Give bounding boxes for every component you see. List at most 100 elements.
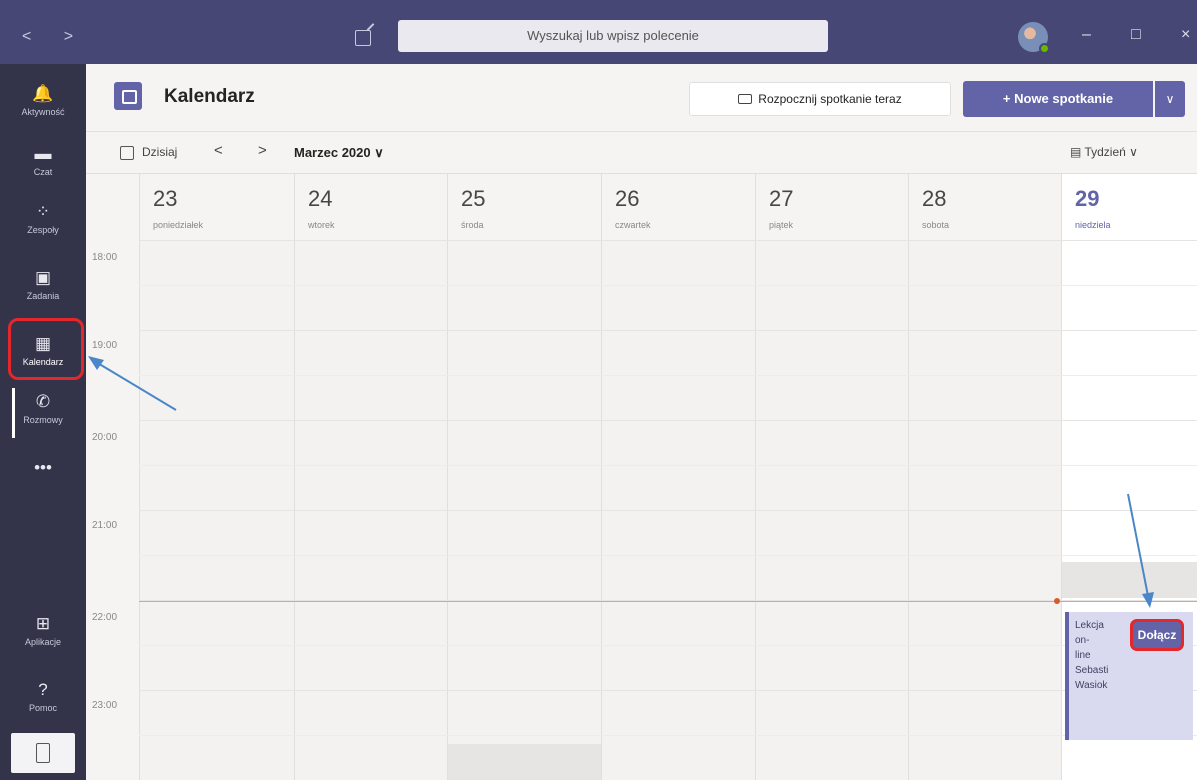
minimize-button[interactable]: –	[1082, 26, 1091, 44]
rail-item-label: Czat	[33, 167, 53, 177]
new-meeting-dropdown[interactable]: ∨	[1155, 81, 1185, 117]
help-icon: ?	[38, 680, 48, 699]
compose-icon[interactable]	[355, 30, 371, 46]
rail-item-label: Pomoc	[28, 703, 57, 713]
hour-label: 18:00	[92, 252, 118, 263]
teams-window: < > Wyszukaj lub wpisz polecenie – □ × 🔔…	[0, 0, 1197, 780]
phone-icon: ✆	[35, 392, 51, 411]
event-title: Lekcja on- line Sebasti Wasiok	[1075, 618, 1133, 693]
history-nav-arrows[interactable]: < >	[22, 28, 87, 46]
event-organizer-line: Wasiok	[1075, 680, 1108, 691]
rail-item-label: Zespoły	[27, 225, 59, 235]
day-header[interactable]: 23 poniedziałek	[139, 174, 294, 240]
view-label: Tydzień	[1084, 145, 1126, 159]
teams-icon: ⁘	[35, 202, 51, 221]
search-input[interactable]: Wyszukaj lub wpisz polecenie	[398, 20, 828, 52]
hour-label: 21:00	[92, 520, 118, 531]
day-name: piątek	[769, 220, 794, 230]
rail-item-label: Aplikacje	[24, 637, 62, 647]
next-week-button[interactable]: >	[258, 142, 267, 159]
month-label: Marzec 2020	[294, 145, 371, 160]
day-header[interactable]: 27 piątek	[755, 174, 908, 240]
view-selector[interactable]: ▤ Tydzień ∨	[1070, 145, 1138, 159]
close-button[interactable]: ×	[1181, 26, 1190, 44]
event-organizer-line: Sebasti	[1075, 665, 1109, 676]
hour-label: 22:00	[92, 612, 118, 623]
rail-item-teams[interactable]: ⁘ Zespoły	[0, 194, 86, 252]
day-name: środa	[461, 220, 484, 230]
chat-icon: ▬	[34, 144, 52, 163]
day-number: 28	[922, 186, 947, 211]
today-button[interactable]: Dzisiaj	[142, 145, 177, 159]
calendar-highlight-box	[8, 318, 84, 380]
day-name: sobota	[922, 220, 950, 230]
half-hour-line	[139, 645, 1197, 646]
hour-line	[139, 510, 1197, 511]
join-button[interactable]: Dołącz	[1130, 619, 1184, 651]
bell-icon: 🔔	[32, 84, 54, 103]
rail-item-chat[interactable]: ▬ Czat	[0, 136, 86, 194]
assignments-icon: ▣	[34, 268, 52, 287]
day-number: 27	[769, 186, 794, 211]
rail-item-label: Aktywność	[21, 107, 65, 117]
event-title-line: on-	[1075, 635, 1090, 646]
hour-line	[139, 420, 1197, 421]
event-title-line: line	[1075, 650, 1091, 661]
rail-item-activity[interactable]: 🔔 Aktywność	[0, 76, 86, 134]
day-name: czwartek	[615, 220, 651, 230]
half-hour-line	[139, 465, 1197, 466]
hour-line	[139, 240, 1197, 241]
mobile-app-button[interactable]	[11, 733, 75, 773]
maximize-button[interactable]: □	[1131, 26, 1141, 44]
past-time-shade	[448, 744, 601, 780]
app-rail: 🔔 Aktywność ▬ Czat ⁘ Zespoły ▣ Zadania ▦…	[0, 64, 86, 780]
prev-week-button[interactable]: <	[214, 142, 223, 159]
day-header[interactable]: 25 środa	[447, 174, 601, 240]
hour-label: 23:00	[92, 700, 118, 711]
hour-label: 20:00	[92, 432, 118, 443]
day-number: 26	[615, 186, 640, 211]
rail-item-more[interactable]: •••	[0, 450, 86, 508]
day-name: wtorek	[308, 220, 335, 230]
day-number: 29	[1075, 186, 1100, 211]
half-hour-line	[139, 735, 1197, 736]
hour-line	[139, 690, 1197, 691]
day-name: poniedziałek	[153, 220, 204, 230]
day-name: niedziela	[1075, 220, 1111, 230]
current-time-line	[139, 601, 1197, 602]
hour-line	[139, 330, 1197, 331]
day-header-today[interactable]: 29 niedziela	[1061, 174, 1197, 240]
title-bar: < > Wyszukaj lub wpisz polecenie – □ ×	[0, 0, 1197, 64]
rail-item-assignments[interactable]: ▣ Zadania	[0, 260, 86, 318]
current-time-dot	[1054, 598, 1060, 604]
meet-now-label: Rozpocznij spotkanie teraz	[758, 92, 902, 106]
video-icon	[738, 94, 753, 104]
calendar-toolbar: Dzisiaj < > Marzec 2020 ∨ ▤ Tydzień ∨	[86, 132, 1197, 174]
day-header[interactable]: 26 czwartek	[601, 174, 755, 240]
rail-item-calls[interactable]: ✆ Rozmowy	[0, 384, 86, 442]
more-icon: •••	[34, 458, 52, 477]
day-header[interactable]: 28 sobota	[908, 174, 1061, 240]
month-selector[interactable]: Marzec 2020 ∨	[294, 145, 384, 161]
mobile-icon	[36, 743, 50, 763]
half-hour-line	[139, 375, 1197, 376]
calendar-header: Kalendarz Rozpocznij spotkanie teraz + N…	[86, 64, 1197, 132]
rail-item-label: Zadania	[26, 291, 60, 301]
meet-now-button[interactable]: Rozpocznij spotkanie teraz	[689, 82, 951, 116]
page-title: Kalendarz	[164, 86, 255, 107]
apps-icon: ⊞	[35, 614, 51, 633]
event-title-line: Lekcja	[1075, 620, 1104, 631]
day-number: 24	[308, 186, 333, 211]
day-header[interactable]: 24 wtorek	[294, 174, 447, 240]
hour-label: 19:00	[92, 340, 118, 351]
rail-item-apps[interactable]: ⊞ Aplikacje	[0, 606, 86, 664]
day-number: 23	[153, 186, 178, 211]
new-meeting-button[interactable]: + Nowe spotkanie	[963, 81, 1153, 117]
week-grid: 23 poniedziałek 24 wtorek 25 środa 26 cz…	[86, 174, 1197, 780]
past-time-shade	[1062, 562, 1197, 598]
status-dot	[1039, 43, 1050, 54]
half-hour-line	[139, 285, 1197, 286]
avatar[interactable]	[1018, 22, 1050, 54]
rail-item-help[interactable]: ? Pomoc	[0, 672, 86, 730]
half-hour-line	[139, 555, 1197, 556]
